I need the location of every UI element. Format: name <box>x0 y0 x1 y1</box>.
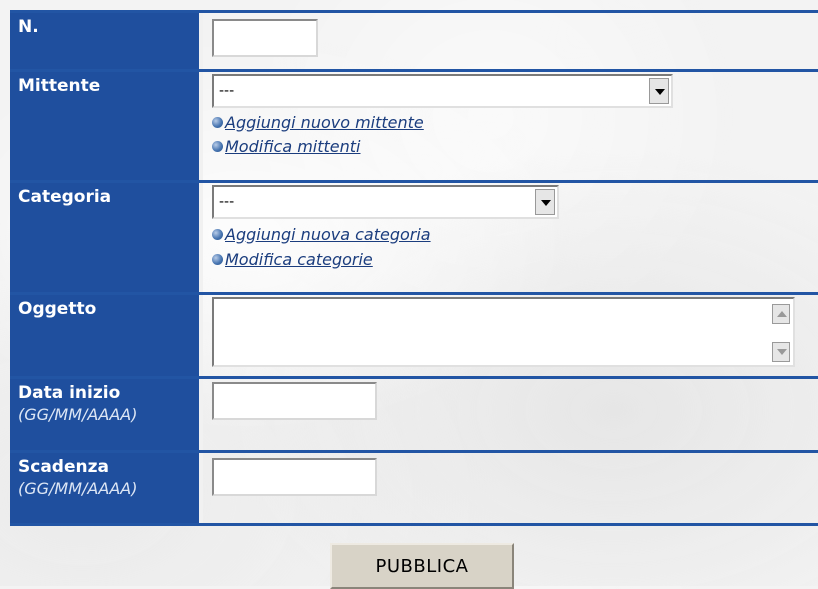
field-cell-mittente: --- Aggiungi nuovo mittente Modifica mit… <box>203 72 818 180</box>
row-scadenza: Scadenza (GG/MM/AAAA) <box>10 450 818 526</box>
label-cell-scadenza: Scadenza (GG/MM/AAAA) <box>10 453 203 523</box>
edit-categorie-link-line: Modifica categorie <box>212 249 373 269</box>
categoria-selected-value: --- <box>219 194 235 210</box>
data-inizio-label: Data inizio <box>18 383 121 403</box>
label-cell-data-inizio: Data inizio (GG/MM/AAAA) <box>10 379 203 450</box>
categoria-select[interactable]: --- <box>212 185 559 219</box>
bullet-icon <box>212 253 223 265</box>
label-cell-mittente: Mittente <box>10 72 203 180</box>
row-mittente: Mittente --- Aggiungi nuovo mittente Mod… <box>10 69 818 180</box>
mittente-select[interactable]: --- <box>212 74 673 108</box>
data-inizio-format-hint: (GG/MM/AAAA) <box>18 405 138 424</box>
oggetto-scrollbar[interactable] <box>772 304 790 362</box>
numero-input[interactable] <box>212 19 318 57</box>
mittente-selected-value: --- <box>219 83 235 99</box>
data-inizio-input[interactable] <box>212 382 377 420</box>
bullet-icon <box>212 140 223 152</box>
mittente-label: Mittente <box>18 76 101 96</box>
chevron-down-icon[interactable] <box>535 189 555 215</box>
add-mittente-link[interactable]: Aggiungi nuovo mittente <box>225 113 424 132</box>
bullet-icon <box>212 228 223 240</box>
scroll-down-icon[interactable] <box>772 342 790 362</box>
scadenza-input[interactable] <box>212 458 377 496</box>
add-categoria-link-line: Aggiungi nuova categoria <box>212 224 431 244</box>
field-cell-categoria: --- Aggiungi nuova categoria Modifica ca… <box>203 183 818 292</box>
chevron-down-icon[interactable] <box>649 78 669 104</box>
label-cell-numero: N. <box>10 13 203 69</box>
row-oggetto: Oggetto <box>10 292 818 376</box>
edit-mittenti-link[interactable]: Modifica mittenti <box>225 137 361 156</box>
categoria-label: Categoria <box>18 187 112 207</box>
oggetto-textarea[interactable] <box>212 297 795 367</box>
field-cell-data-inizio <box>203 379 818 450</box>
edit-mittenti-link-line: Modifica mittenti <box>212 136 361 156</box>
edit-categorie-link[interactable]: Modifica categorie <box>225 250 373 269</box>
row-data-inizio: Data inizio (GG/MM/AAAA) <box>10 376 818 450</box>
label-cell-oggetto: Oggetto <box>10 295 203 376</box>
scadenza-format-hint: (GG/MM/AAAA) <box>18 479 138 498</box>
row-categoria: Categoria --- Aggiungi nuova categoria M… <box>10 180 818 292</box>
scadenza-label: Scadenza <box>18 457 109 477</box>
row-numero: N. <box>10 10 818 69</box>
add-categoria-link[interactable]: Aggiungi nuova categoria <box>225 225 431 244</box>
pubblica-button[interactable]: PUBBLICA <box>330 543 514 589</box>
field-cell-scadenza <box>203 453 818 523</box>
add-mittente-link-line: Aggiungi nuovo mittente <box>212 112 424 132</box>
oggetto-label: Oggetto <box>18 299 97 319</box>
field-cell-numero <box>203 13 818 69</box>
scroll-up-icon[interactable] <box>772 304 790 324</box>
field-cell-oggetto <box>203 295 818 376</box>
label-cell-categoria: Categoria <box>10 183 203 292</box>
numero-label: N. <box>18 17 39 37</box>
bullet-icon <box>212 116 223 128</box>
publication-form: N. Mittente --- Aggiungi nuovo mittente … <box>10 10 818 526</box>
